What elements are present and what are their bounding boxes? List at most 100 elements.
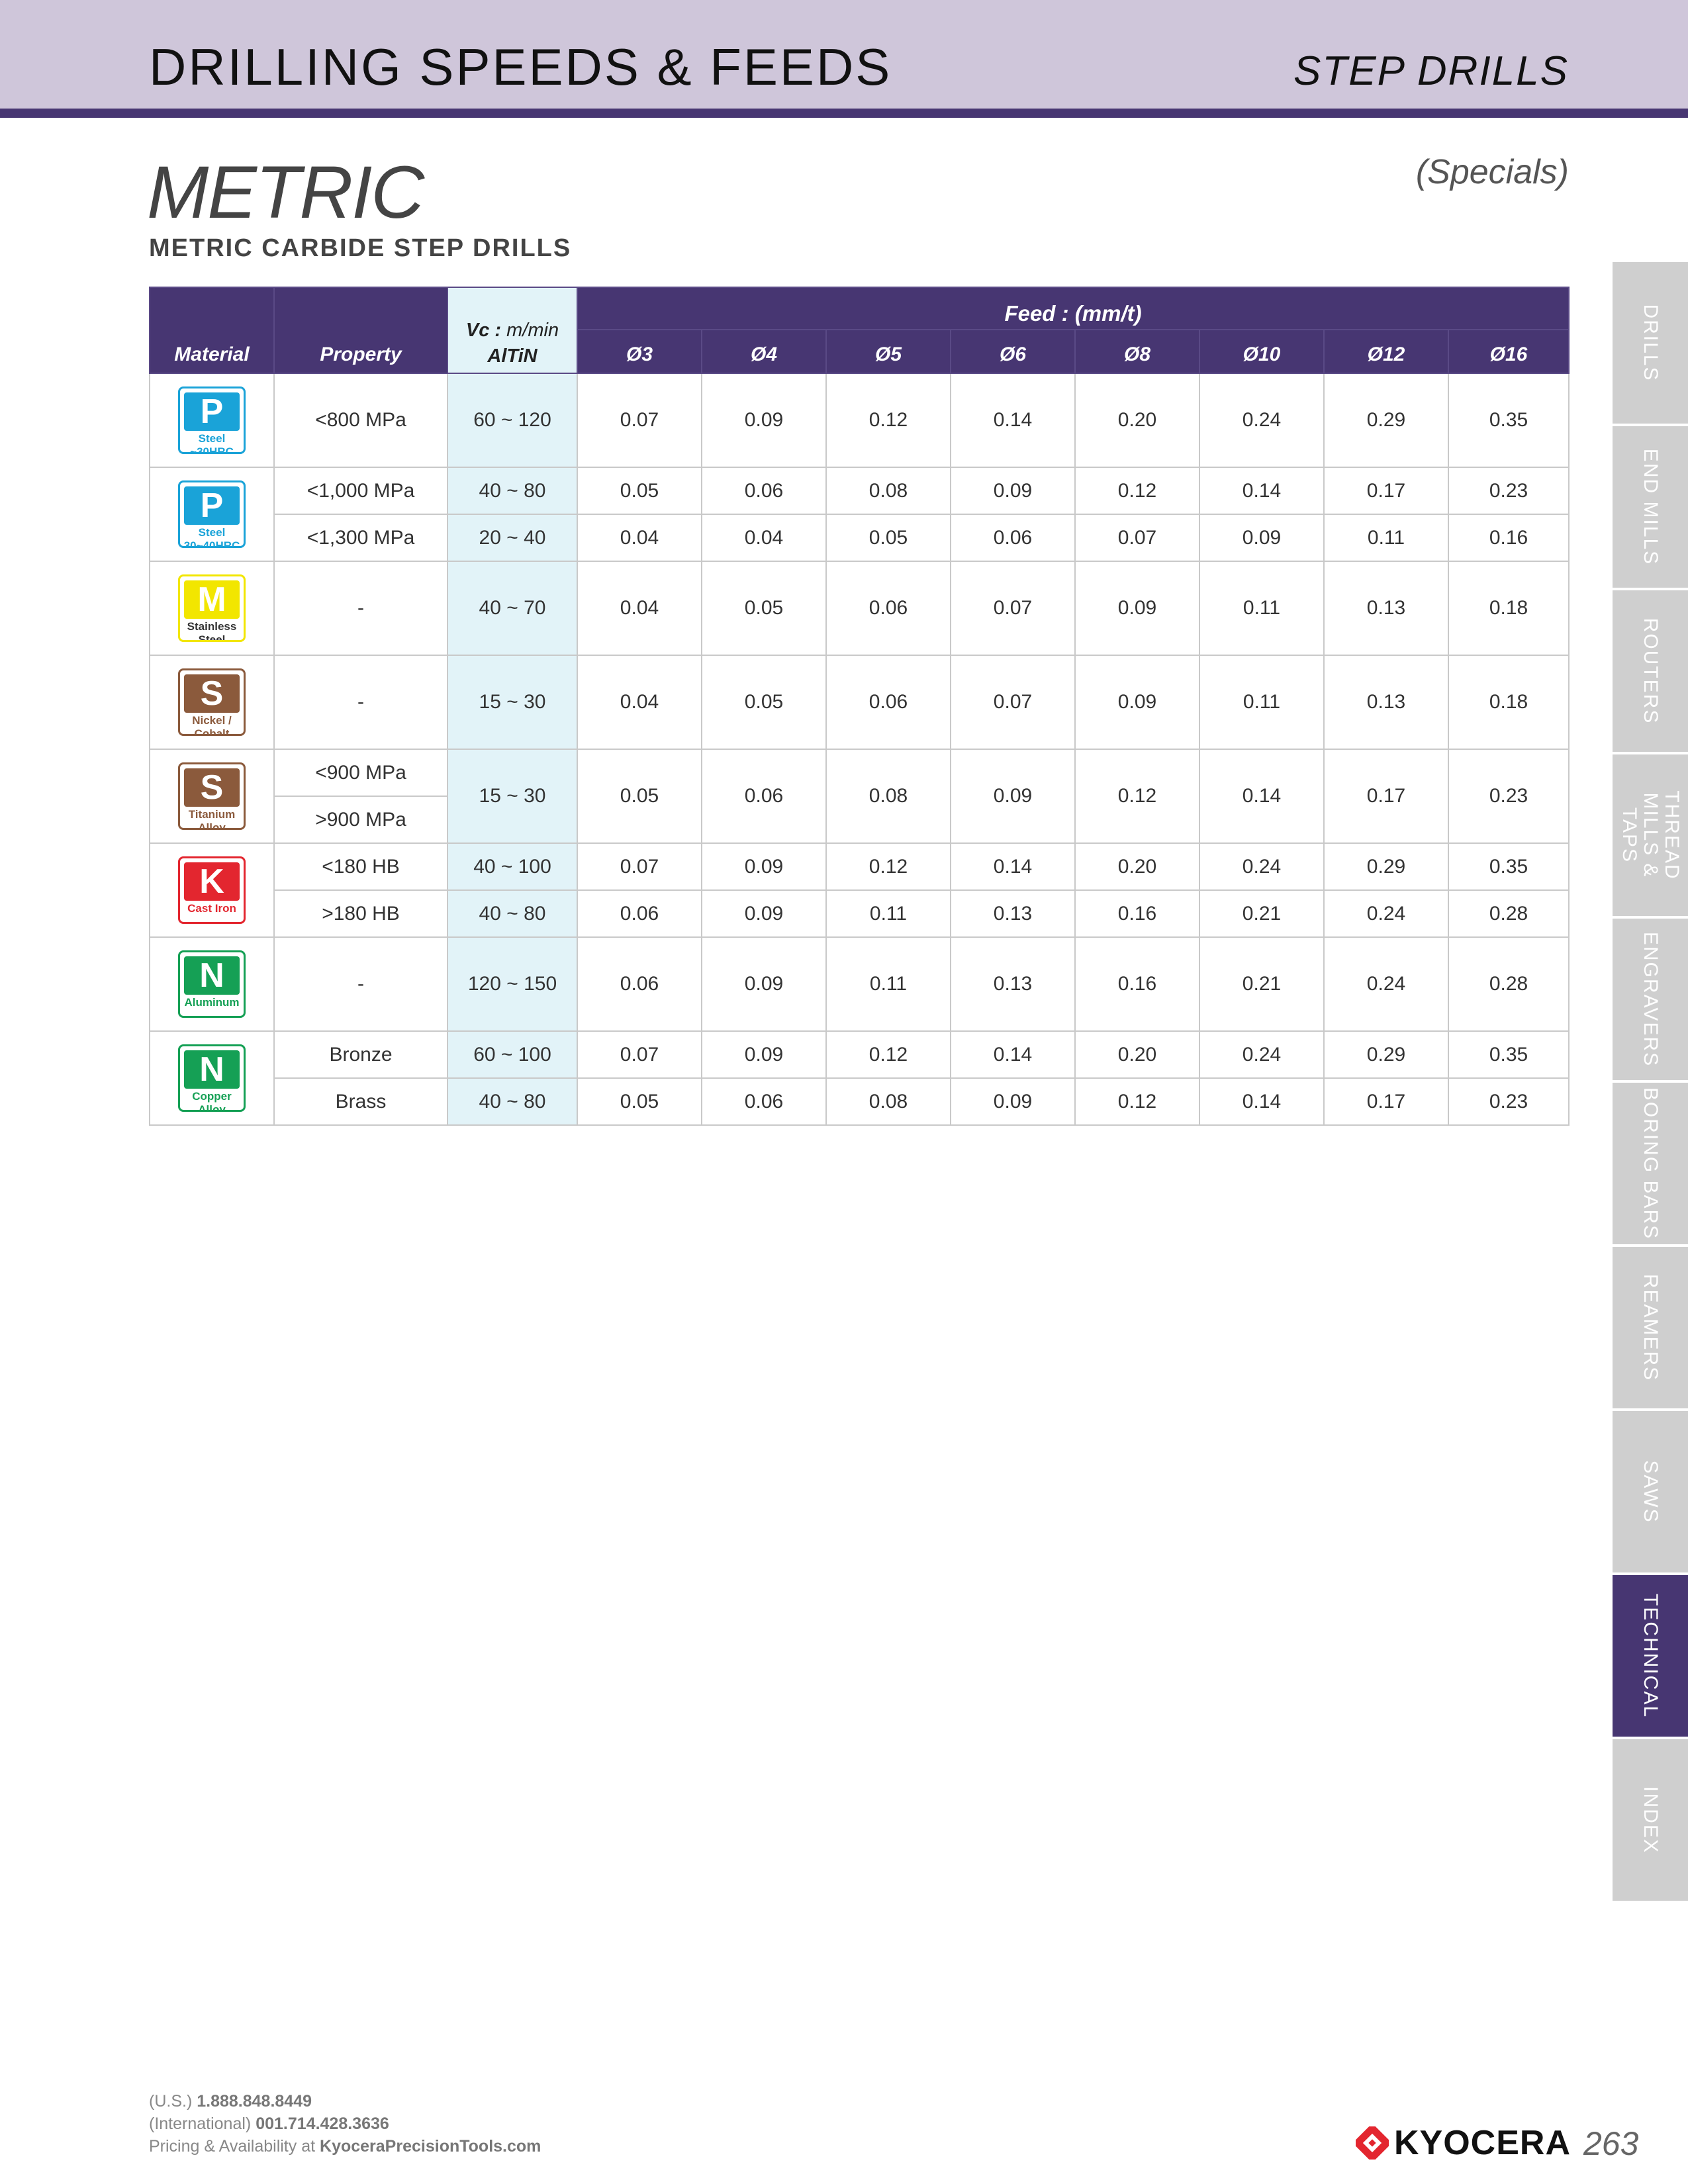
feed-cell: 0.20 bbox=[1074, 842, 1200, 891]
header-diameter: Ø16 bbox=[1447, 329, 1570, 374]
vc-cell: 40 ~ 80 bbox=[447, 467, 578, 515]
feed-cell: 0.24 bbox=[1199, 842, 1325, 891]
property-cell: <1,300 MPa bbox=[273, 514, 448, 562]
feed-cell: 0.07 bbox=[950, 561, 1076, 656]
material-letter: M bbox=[184, 580, 240, 619]
feed-cell: 0.09 bbox=[950, 467, 1076, 515]
feed-cell: 0.11 bbox=[1323, 514, 1449, 562]
side-tab-routers[interactable]: ROUTERS bbox=[1613, 590, 1688, 754]
material-name: Aluminum bbox=[184, 996, 240, 1009]
feed-cell: 0.16 bbox=[1074, 889, 1200, 938]
side-tab-technical[interactable]: TECHNICAL bbox=[1613, 1575, 1688, 1739]
side-tab-thread-mills-taps[interactable]: THREAD MILLS & TAPS bbox=[1613, 754, 1688, 919]
feed-cell: 0.06 bbox=[577, 936, 702, 1032]
section-title: METRIC bbox=[147, 151, 424, 234]
material-letter: K bbox=[184, 862, 240, 901]
header-material: Material bbox=[149, 287, 275, 374]
table-row: S Titanium Alloy <900 MPa 15 ~ 30 0.05 0.06 0.0… bbox=[149, 749, 1570, 844]
property-cell: <1,000 MPa bbox=[273, 467, 448, 515]
feed-cell: 0.07 bbox=[577, 1030, 702, 1079]
header-diameter: Ø4 bbox=[701, 329, 827, 374]
kyocera-mark-icon bbox=[1356, 2126, 1389, 2160]
table-body: P Steel ~30HRC <800 MPa 60 ~ 120 0.07 0.09 0.12… bbox=[149, 373, 1570, 1126]
property-cell: >900 MPa bbox=[273, 796, 448, 844]
feed-cell: 0.08 bbox=[825, 1077, 951, 1126]
category-title: STEP DRILLS bbox=[1293, 48, 1569, 94]
header-diameter: Ø6 bbox=[950, 329, 1076, 374]
side-tab-label: THREAD MILLS & TAPS bbox=[1618, 790, 1683, 880]
feed-cell: 0.14 bbox=[1199, 1077, 1325, 1126]
property-cell: - bbox=[273, 936, 448, 1032]
feed-cell: 0.06 bbox=[701, 749, 827, 844]
material-name: Copper bbox=[192, 1090, 232, 1103]
feed-cell: 0.12 bbox=[825, 842, 951, 891]
header-diameter: Ø8 bbox=[1074, 329, 1200, 374]
feed-cell: 0.16 bbox=[1074, 936, 1200, 1032]
side-tab-label: REAMERS bbox=[1640, 1273, 1662, 1382]
feed-cell: 0.05 bbox=[825, 514, 951, 562]
vc-coating: AlTiN bbox=[487, 345, 538, 367]
feed-cell: 0.18 bbox=[1447, 561, 1570, 656]
property-cell: <180 HB bbox=[273, 842, 448, 891]
feed-cell: 0.07 bbox=[950, 655, 1076, 750]
table-row: >180 HB 40 ~ 80 0.06 0.09 0.11 0.13 0.16 0.21 0.… bbox=[150, 889, 1570, 938]
feed-cell: 0.18 bbox=[1447, 655, 1570, 750]
feed-cell: 0.09 bbox=[1074, 561, 1200, 656]
material-badge: K Cast Iron bbox=[178, 856, 246, 924]
material-badge: N Copper Alloy bbox=[178, 1044, 246, 1112]
side-tab-engravers[interactable]: ENGRAVERS bbox=[1613, 919, 1688, 1083]
vc-cell: 60 ~ 120 bbox=[447, 373, 578, 468]
feed-cell: 0.06 bbox=[701, 1077, 827, 1126]
feed-cell: 0.04 bbox=[701, 514, 827, 562]
header-diameter: Ø5 bbox=[825, 329, 951, 374]
feed-cell: 0.07 bbox=[577, 842, 702, 891]
side-tab-end-mills[interactable]: END MILLS bbox=[1613, 426, 1688, 590]
material-name: Steel bbox=[198, 432, 226, 445]
feed-cell: 0.16 bbox=[1447, 514, 1570, 562]
feed-cell: 0.17 bbox=[1323, 467, 1449, 515]
property-cell: - bbox=[273, 655, 448, 750]
table-row: P Steel ~30HRC <800 MPa 60 ~ 120 0.07 0.09 0.12… bbox=[149, 373, 1570, 468]
feed-cell: 0.14 bbox=[950, 1030, 1076, 1079]
feed-cell: 0.24 bbox=[1199, 1030, 1325, 1079]
feed-cell: 0.35 bbox=[1447, 1030, 1570, 1079]
side-tab-boring-bars[interactable]: BORING BARS bbox=[1613, 1083, 1688, 1247]
material-name: Steel bbox=[198, 526, 226, 539]
us-label: (U.S.) bbox=[149, 2092, 193, 2111]
speeds-feeds-table-wrap: Material Property Vc : m/min AlTiN Feed … bbox=[149, 287, 1570, 1126]
side-tab-reamers[interactable]: REAMERS bbox=[1613, 1247, 1688, 1411]
feed-cell: 0.09 bbox=[701, 936, 827, 1032]
side-tab-index[interactable]: INDEX bbox=[1613, 1739, 1688, 1903]
header-diameter: Ø12 bbox=[1323, 329, 1449, 374]
feed-cell: 0.29 bbox=[1323, 842, 1449, 891]
feed-cell: 0.12 bbox=[1074, 467, 1200, 515]
feed-cell: 0.09 bbox=[1199, 514, 1325, 562]
header-diameter: Ø3 bbox=[577, 329, 702, 374]
material-cell: M Stainless Steel bbox=[149, 561, 275, 656]
material-name: Steel bbox=[198, 633, 226, 642]
material-name: Cobalt bbox=[194, 727, 230, 736]
material-name: Alloy bbox=[198, 1103, 226, 1112]
feed-cell: 0.06 bbox=[825, 561, 951, 656]
feed-cell: 0.09 bbox=[701, 842, 827, 891]
side-tab-saws[interactable]: SAWS bbox=[1613, 1411, 1688, 1575]
material-letter: P bbox=[184, 486, 240, 525]
material-cell: K Cast Iron bbox=[149, 842, 275, 938]
footer-contact: (U.S.) 1.888.848.8449 (International) 00… bbox=[149, 2090, 541, 2158]
feed-cell: 0.24 bbox=[1323, 936, 1449, 1032]
table-row: Brass 40 ~ 80 0.05 0.06 0.08 0.09 0.12 0.14 0.17… bbox=[150, 1077, 1570, 1126]
brand-name: KYOCERA bbox=[1394, 2124, 1571, 2162]
feed-cell: 0.14 bbox=[1199, 467, 1325, 515]
material-badge: M Stainless Steel bbox=[178, 574, 246, 642]
side-tab-drills[interactable]: DRILLS bbox=[1613, 262, 1688, 426]
table-row: K Cast Iron <180 HB 40 ~ 100 0.07 0.09 0.12 0.1… bbox=[149, 842, 1570, 938]
feed-cell: 0.35 bbox=[1447, 373, 1570, 468]
feed-cell: 0.28 bbox=[1447, 936, 1570, 1032]
vc-cell: 120 ~ 150 bbox=[447, 936, 578, 1032]
feed-cell: 0.28 bbox=[1447, 889, 1570, 938]
table-row: <1,300 MPa 20 ~ 40 0.04 0.04 0.05 0.06 0.07 0.0… bbox=[150, 514, 1570, 562]
vc-cell: 20 ~ 40 bbox=[447, 514, 578, 562]
intl-phone: 001.714.428.3636 bbox=[256, 2115, 389, 2133]
feed-cell: 0.05 bbox=[701, 561, 827, 656]
website-link[interactable]: KyoceraPrecisionTools.com bbox=[320, 2137, 541, 2156]
